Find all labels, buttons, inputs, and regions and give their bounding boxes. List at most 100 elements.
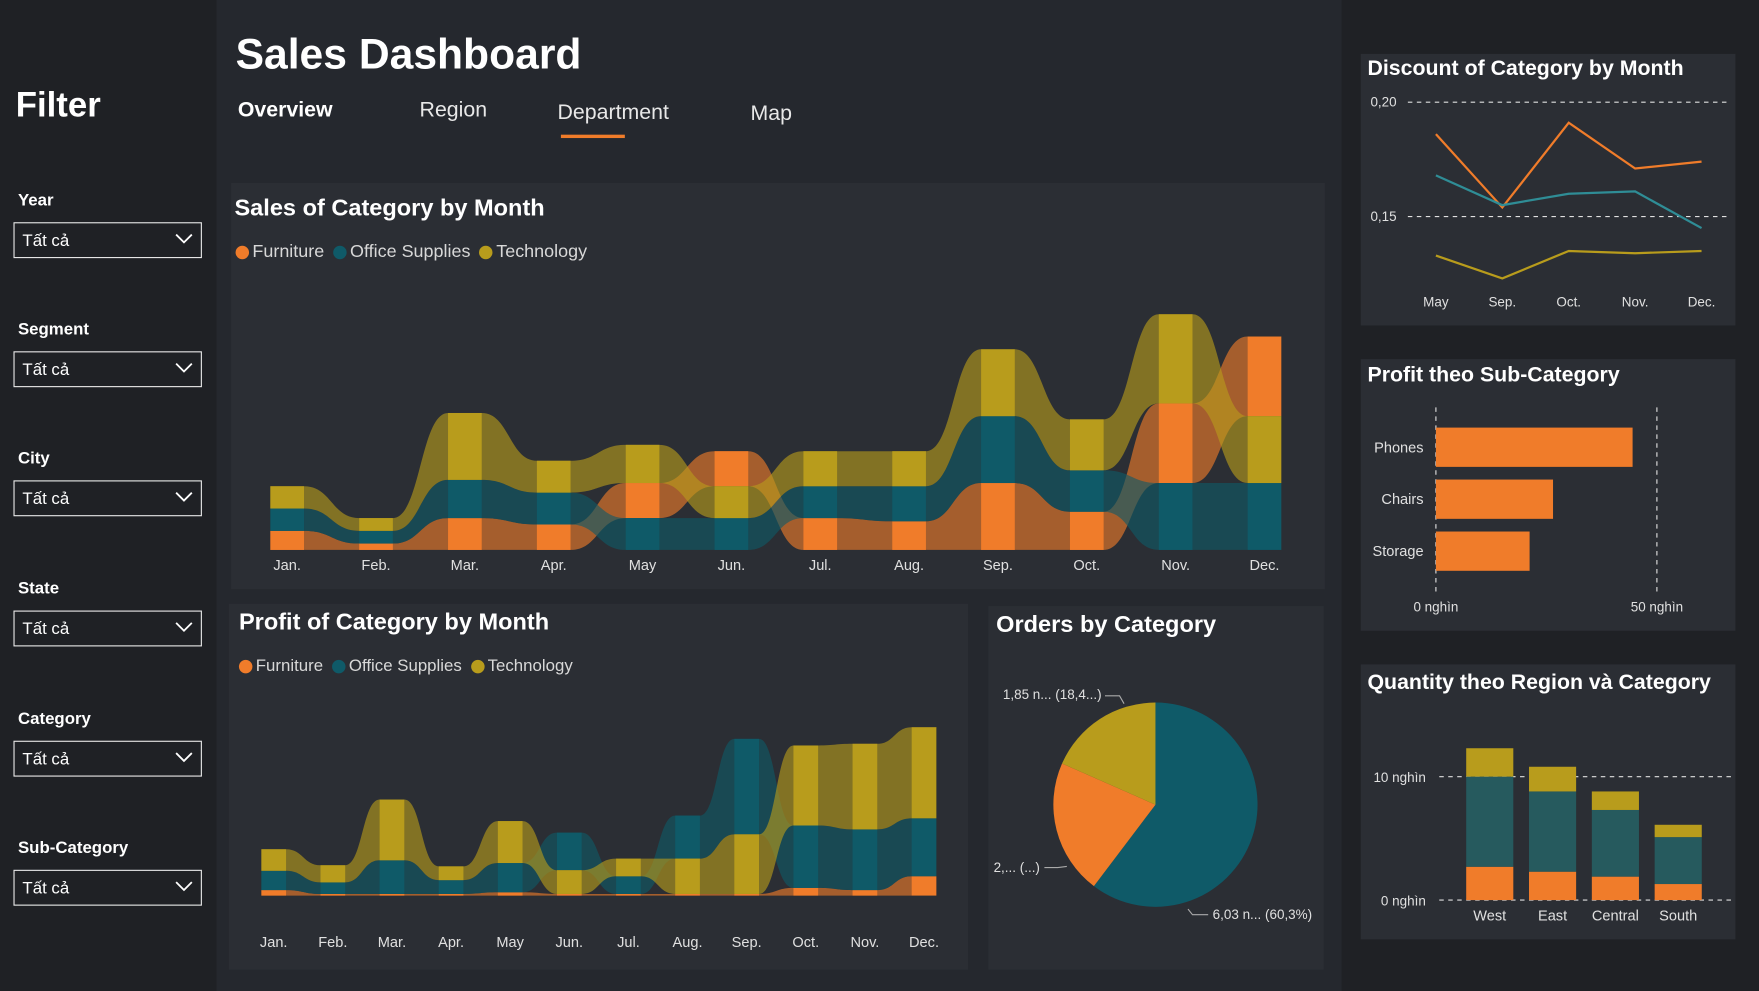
bar-segment <box>556 893 582 896</box>
bar-segment <box>536 460 571 493</box>
bar-segment <box>261 870 287 891</box>
bar-segment <box>675 858 700 894</box>
bar-segment <box>675 815 700 859</box>
state-select[interactable]: Tất cả <box>13 610 202 647</box>
bar-segment <box>320 882 346 894</box>
bar-segment <box>1466 748 1514 777</box>
bar-segment <box>675 893 700 896</box>
bar-segment <box>734 738 760 835</box>
x-tick-label: Nov. <box>850 935 879 951</box>
bar-segment <box>1529 791 1577 872</box>
bar-segment <box>1466 866 1514 901</box>
bar-segment <box>1069 470 1104 512</box>
x-tick-label: Aug. <box>673 935 703 951</box>
x-tick-label: 0 nghìn <box>1413 600 1458 615</box>
x-tick-label: Apr. <box>438 935 464 951</box>
chevron-down-icon <box>175 881 193 892</box>
chevron-down-icon <box>175 752 193 763</box>
bar-segment <box>714 451 749 487</box>
sub-category-select[interactable]: Tất cả <box>13 869 202 906</box>
x-tick-label: West <box>1473 908 1506 924</box>
x-tick-label: Nov. <box>1622 294 1649 309</box>
page-title: Sales Dashboard <box>235 31 582 79</box>
tab-region[interactable]: Region <box>420 99 488 124</box>
bar-segment <box>625 483 660 519</box>
bar-segment <box>270 530 305 550</box>
x-tick-label: Jun. <box>556 935 584 951</box>
bar-segment <box>714 486 749 519</box>
chevron-down-icon <box>175 362 193 373</box>
bar-segment <box>1654 837 1702 885</box>
bar-segment <box>261 890 287 896</box>
legend-item-technology: Technology <box>479 242 587 262</box>
x-tick-label: May <box>1423 294 1449 309</box>
bar-segment <box>1529 766 1577 792</box>
bar-segment <box>359 530 393 544</box>
discount-chart-title: Discount of Category by Month <box>1367 57 1684 81</box>
tab-map[interactable]: Map <box>750 102 791 127</box>
year-select[interactable]: Tất cả <box>13 222 202 259</box>
x-tick-label: 50 nghìn <box>1631 600 1683 615</box>
x-tick-label: Sep. <box>1488 294 1516 309</box>
x-tick-label: May <box>629 558 657 574</box>
legend-label: Furniture <box>252 242 325 262</box>
profit-chart: Jan. Feb. Mar. Apr. May Jun. Jul. Aug. Sep. Oct. N… <box>260 727 939 951</box>
x-tick-label: Dec. <box>909 935 939 951</box>
x-tick-label: Oct. <box>792 935 819 951</box>
bar-segment <box>556 832 582 871</box>
bar-segment <box>892 451 926 487</box>
tab-active-indicator <box>560 134 625 139</box>
legend-dot-technology <box>479 245 493 260</box>
bar-segment <box>981 349 1015 417</box>
bar-segment <box>1654 824 1702 838</box>
bar-segment <box>1591 809 1639 877</box>
city-value: Tất cả <box>22 489 70 509</box>
segment-select[interactable]: Tất cả <box>13 351 202 388</box>
x-tick-label: Dec. <box>1250 558 1280 574</box>
bar-segment <box>1529 871 1577 901</box>
y-tick-label: 0,15 <box>1370 209 1396 224</box>
x-tick-label: Jul. <box>809 558 832 574</box>
tab-department[interactable]: Department <box>558 101 669 126</box>
x-tick-label: Oct. <box>1073 558 1100 574</box>
x-tick-label: East <box>1538 908 1567 924</box>
leader-line <box>1044 865 1067 869</box>
bar-segment <box>497 892 523 896</box>
bar-segment <box>892 486 926 522</box>
category-select[interactable]: Tất cả <box>13 740 202 777</box>
x-tick-label: Apr. <box>541 558 567 574</box>
bar-segment <box>261 849 287 871</box>
bar-segment <box>1654 884 1702 901</box>
bar-segment <box>320 865 346 883</box>
bar <box>1435 479 1554 519</box>
tab-overview[interactable]: Overview <box>238 99 333 124</box>
bar-segment <box>497 863 523 893</box>
city-select[interactable]: Tất cả <box>13 480 202 517</box>
legend-item-office-supplies: Office Supplies <box>333 242 470 262</box>
line-office-supplies <box>1435 174 1703 230</box>
bar-segment <box>852 743 878 830</box>
quantity-chart: 10 nghìn 0 nghìn West East Central South <box>1373 748 1734 924</box>
bar-segment <box>1158 403 1193 484</box>
bar-segment <box>616 858 641 877</box>
bar-segment <box>793 825 819 888</box>
bar-segment <box>625 518 660 550</box>
bar-segment <box>1591 791 1639 810</box>
bar-segment <box>981 483 1015 550</box>
orders-chart-title: Orders by Category <box>996 611 1217 638</box>
bar <box>1435 531 1530 571</box>
x-tick-label: Jan. <box>273 558 301 574</box>
x-tick-label: Mar. <box>378 935 406 951</box>
x-tick-label: Sep. <box>732 935 762 951</box>
bar-segment <box>911 727 937 819</box>
legend-item-technology: Technology <box>470 657 573 676</box>
filter-sidebar: Filter Year Tất cả Segment Tất cả City T… <box>0 0 217 991</box>
bar-segment <box>448 518 482 550</box>
x-tick-label: South <box>1659 908 1697 924</box>
x-tick-label: Jan. <box>260 935 288 951</box>
segment-value: Tất cả <box>22 360 70 380</box>
chevron-down-icon <box>175 622 193 633</box>
bar-segment <box>270 508 305 531</box>
y-tick-label: 0 nghìn <box>1381 894 1426 909</box>
x-tick-label: Feb. <box>361 558 390 574</box>
